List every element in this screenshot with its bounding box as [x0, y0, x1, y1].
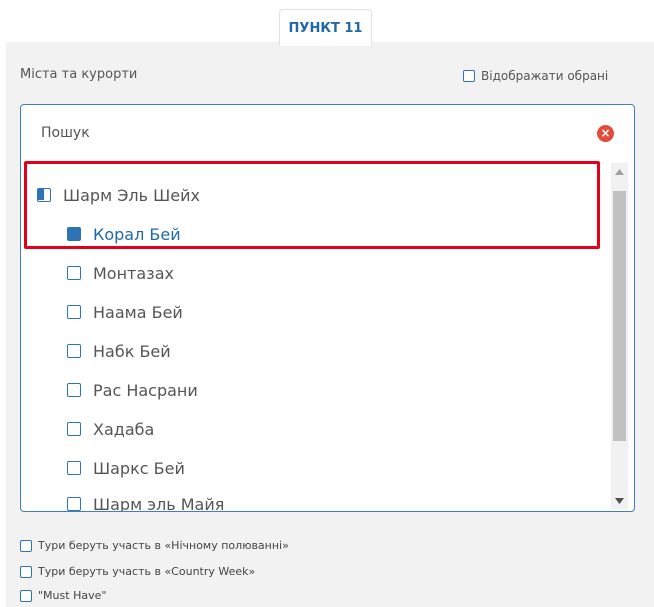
scrollbar-thumb[interactable] [613, 191, 626, 441]
checked-checkbox-icon[interactable] [67, 227, 81, 241]
checkbox-icon[interactable] [20, 565, 32, 578]
checkbox-icon[interactable] [67, 461, 81, 475]
scroll-down-arrow-icon[interactable] [611, 492, 628, 509]
show-selected-label: Відображати обрані [481, 69, 609, 83]
list-item-label: Набк Бей [93, 341, 171, 361]
checkbox-icon[interactable] [67, 497, 81, 511]
list-item-label: Рас Насрани [93, 380, 198, 400]
checkbox-icon[interactable] [67, 266, 81, 280]
list-item[interactable]: Набк Бей [67, 336, 171, 366]
search-row: × [21, 105, 634, 163]
partial-checkbox-icon[interactable] [37, 188, 51, 202]
list-item-coral-bay[interactable]: Корал Бей [67, 219, 181, 249]
checkbox-icon[interactable] [67, 383, 81, 397]
list-item-label: Шарм эль Майя [93, 494, 225, 512]
search-input[interactable] [41, 117, 581, 149]
list-item-label: Монтазах [93, 263, 174, 283]
filter-label: Тури беруть участь в «Country Week» [38, 565, 256, 578]
list-scrollbar[interactable] [611, 163, 628, 509]
list-item[interactable]: Шарм эль Майя [67, 489, 225, 512]
checkbox-icon[interactable] [20, 589, 32, 602]
list-item-label: Шарм Эль Шейх [63, 185, 200, 205]
checkbox-icon[interactable] [67, 344, 81, 358]
checkbox-icon[interactable] [20, 539, 32, 552]
checkbox-icon[interactable] [67, 422, 81, 436]
show-selected-checkbox[interactable] [463, 70, 475, 82]
list-item[interactable]: Наама Бей [67, 297, 183, 327]
filter-label: "Must Have" [38, 589, 107, 602]
show-selected-toggle[interactable]: Відображати обрані [463, 69, 608, 83]
filter-country-week[interactable]: Тури беруть участь в «Country Week» [20, 565, 255, 578]
list-item-label: Наама Бей [93, 302, 183, 322]
destination-list-box: × Шарм Эль Шейх Корал Бей Монтазах Наама… [20, 104, 635, 512]
checkbox-icon[interactable] [67, 305, 81, 319]
list-item[interactable]: Хадаба [67, 414, 154, 444]
filter-label: Тури беруть участь в «Нічному полюванні» [38, 539, 289, 552]
list-item-sharm-el-sheikh[interactable]: Шарм Эль Шейх [37, 180, 200, 210]
list-item[interactable]: Шаркс Бей [67, 453, 185, 483]
list-item-label: Корал Бей [93, 224, 181, 244]
list-item-label: Хадаба [93, 419, 155, 439]
filter-must-have[interactable]: "Must Have" [20, 589, 106, 602]
scroll-up-arrow-icon[interactable] [611, 163, 628, 180]
clear-search-icon[interactable]: × [597, 125, 614, 142]
list-item[interactable]: Рас Насрани [67, 375, 198, 405]
list-item[interactable]: Монтазах [67, 258, 174, 288]
filter-night-hunt[interactable]: Тури беруть участь в «Нічному полюванні» [20, 539, 289, 552]
section-label: Міста та курорти [20, 67, 138, 82]
step-badge: ПУНКТ 11 [279, 9, 372, 46]
destination-list: Шарм Эль Шейх Корал Бей Монтазах Наама Б… [21, 163, 611, 512]
list-item-label: Шаркс Бей [93, 458, 185, 478]
